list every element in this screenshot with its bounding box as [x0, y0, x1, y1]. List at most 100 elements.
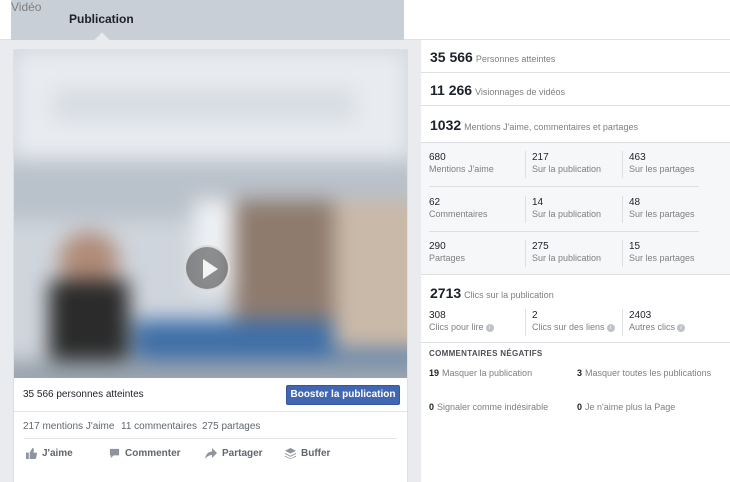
- reactions-value: 1032: [430, 117, 462, 133]
- clicks-other-cell: 2403 Autres clics i: [629, 310, 686, 332]
- shares-total-label: Partages: [429, 253, 466, 263]
- share-arrow-icon: [205, 448, 217, 459]
- views-value: 11 266: [430, 82, 473, 98]
- likes-post-value: 217: [532, 152, 549, 163]
- info-icon[interactable]: i: [677, 323, 686, 332]
- shares-post-cell: 275 Sur la publication: [532, 241, 601, 263]
- likes-total-value: 680: [429, 152, 446, 163]
- reach-text: 35 566 personnes atteintes: [23, 389, 144, 400]
- comment-label: Commenter: [125, 448, 181, 459]
- info-icon[interactable]: i: [485, 323, 494, 332]
- stats-panel: 35 566 Personnes atteintes 11 266 Visionna…: [421, 40, 730, 482]
- divider: [622, 196, 623, 223]
- clicks-links-label-row: Clics sur des liens i: [532, 322, 615, 332]
- views-stat-value: 11 266 Visionnages de vidéos: [430, 82, 565, 98]
- shares-shares-value: 15: [629, 241, 641, 252]
- comments-post-value: 14: [532, 197, 544, 208]
- reach-value: 35 566: [430, 49, 473, 65]
- clicks-label: Clics sur la publication: [464, 290, 554, 300]
- clicks-read-value: 308: [429, 310, 446, 321]
- divider: [429, 231, 699, 232]
- hide-all-label: Masquer toutes les publications: [585, 368, 712, 378]
- hide-post-stat: 19 Masquer la publication: [429, 367, 569, 380]
- spam-label: Signaler comme indésirable: [437, 402, 549, 412]
- views-label: Visionnages de vidéos: [475, 87, 565, 97]
- unlike-stat: 0 Je n'aime plus la Page: [577, 401, 722, 414]
- boost-button[interactable]: Booster la publication: [286, 385, 400, 405]
- tab-caret: [95, 33, 109, 40]
- buffer-label: Buffer: [301, 448, 331, 459]
- likes-post-cell: 217 Sur la publication: [532, 152, 601, 174]
- comments-post-label: Sur la publication: [532, 209, 602, 219]
- hide-post-value: 19: [429, 368, 440, 378]
- clicks-stat: 2713 Clics sur la publication: [430, 285, 554, 301]
- divider: [622, 151, 623, 178]
- clicks-read-label-row: Clics pour lire i: [429, 322, 494, 332]
- shares-total-value: 290: [429, 241, 446, 252]
- unlike-label: Je n'aime plus la Page: [585, 402, 676, 412]
- likes-shares-cell: 463 Sur les partages: [629, 152, 695, 174]
- comment-button[interactable]: Commenter: [109, 448, 181, 459]
- reach-label: Personnes atteintes: [475, 54, 556, 64]
- comments-shares-cell: 48 Sur les partages: [629, 197, 695, 219]
- divider: [622, 309, 623, 336]
- reactions-label: Mentions J'aime, commentaires et partage…: [464, 122, 638, 132]
- divider: [429, 186, 699, 187]
- comments-total-value: 62: [429, 197, 441, 208]
- share-button[interactable]: Partager: [205, 448, 263, 459]
- reactions-stat: 1032 Mentions J'aime, commentaires et par…: [421, 107, 730, 143]
- comments-total-label: Commentaires: [429, 209, 488, 219]
- clicks-other-label: Autres clics: [629, 322, 676, 332]
- shares-total-cell: 290 Partages: [429, 241, 465, 263]
- comment-icon: [109, 448, 120, 459]
- hide-all-value: 3: [577, 368, 583, 378]
- divider: [421, 342, 730, 343]
- spam-value: 0: [429, 402, 435, 412]
- thumbs-up-icon: [26, 448, 37, 459]
- clicks-read-label: Clics pour lire: [429, 322, 484, 332]
- video-frame: [14, 50, 407, 378]
- clicks-read-cell: 308 Clics pour lire i: [429, 310, 494, 332]
- like-label: J'aime: [42, 448, 73, 459]
- tab-bar: Vidéo Publication: [0, 0, 730, 328]
- clicks-links-label: Clics sur des liens: [532, 322, 605, 332]
- likes-shares-value: 463: [629, 152, 646, 163]
- tab-publication[interactable]: Publication: [69, 12, 134, 26]
- info-icon[interactable]: i: [606, 323, 615, 332]
- post-preview-panel: 35 566 personnes atteintes Booster la pu…: [0, 40, 421, 482]
- shares-post-label: Sur la publication: [532, 253, 602, 263]
- shares-shares-label: Sur les partages: [629, 253, 695, 263]
- buffer-button[interactable]: Buffer: [285, 448, 330, 459]
- divider: [622, 240, 623, 267]
- post-card: 35 566 personnes atteintes Booster la pu…: [13, 49, 408, 482]
- divider: [525, 240, 526, 267]
- hide-post-label: Masquer la publication: [442, 368, 533, 378]
- views-stat: 11 266 Visionnages de vidéos: [421, 73, 730, 106]
- share-label: Partager: [222, 448, 263, 459]
- comments-shares-value: 48: [629, 197, 641, 208]
- video-thumbnail[interactable]: [14, 50, 407, 378]
- comments-post-cell: 14 Sur la publication: [532, 197, 601, 219]
- divider: [525, 196, 526, 223]
- reactions-stat-value: 1032 Mentions J'aime, commentaires et par…: [430, 117, 638, 133]
- like-button[interactable]: J'aime: [26, 448, 73, 459]
- likes-total-label: Mentions J'aime: [429, 164, 494, 174]
- shares-post-value: 275: [532, 241, 549, 252]
- likes-count-link[interactable]: 217 mentions J'aime: [23, 421, 114, 432]
- reactions-breakdown: 680 Mentions J'aime 217 Sur la publicati…: [421, 143, 730, 275]
- play-icon[interactable]: [184, 245, 230, 291]
- clicks-other-label-row: Autres clics i: [629, 322, 686, 332]
- unlike-value: 0: [577, 402, 583, 412]
- comments-count-link[interactable]: 11 commentaires: [121, 421, 197, 432]
- shares-count-link[interactable]: 275 partages: [202, 421, 260, 432]
- clicks-links-value: 2: [532, 310, 538, 321]
- negative-feedback-title: COMMENTAIRES NÉGATIFS: [429, 349, 543, 358]
- divider: [525, 151, 526, 178]
- shares-shares-cell: 15 Sur les partages: [629, 241, 695, 263]
- spam-stat: 0 Signaler comme indésirable: [429, 401, 574, 414]
- reach-stat: 35 566 Personnes atteintes: [421, 40, 730, 73]
- clicks-other-value: 2403: [629, 310, 652, 321]
- comments-total-cell: 62 Commentaires: [429, 197, 488, 219]
- likes-total-cell: 680 Mentions J'aime: [429, 152, 494, 174]
- clicks-links-cell: 2 Clics sur des liens i: [532, 310, 615, 332]
